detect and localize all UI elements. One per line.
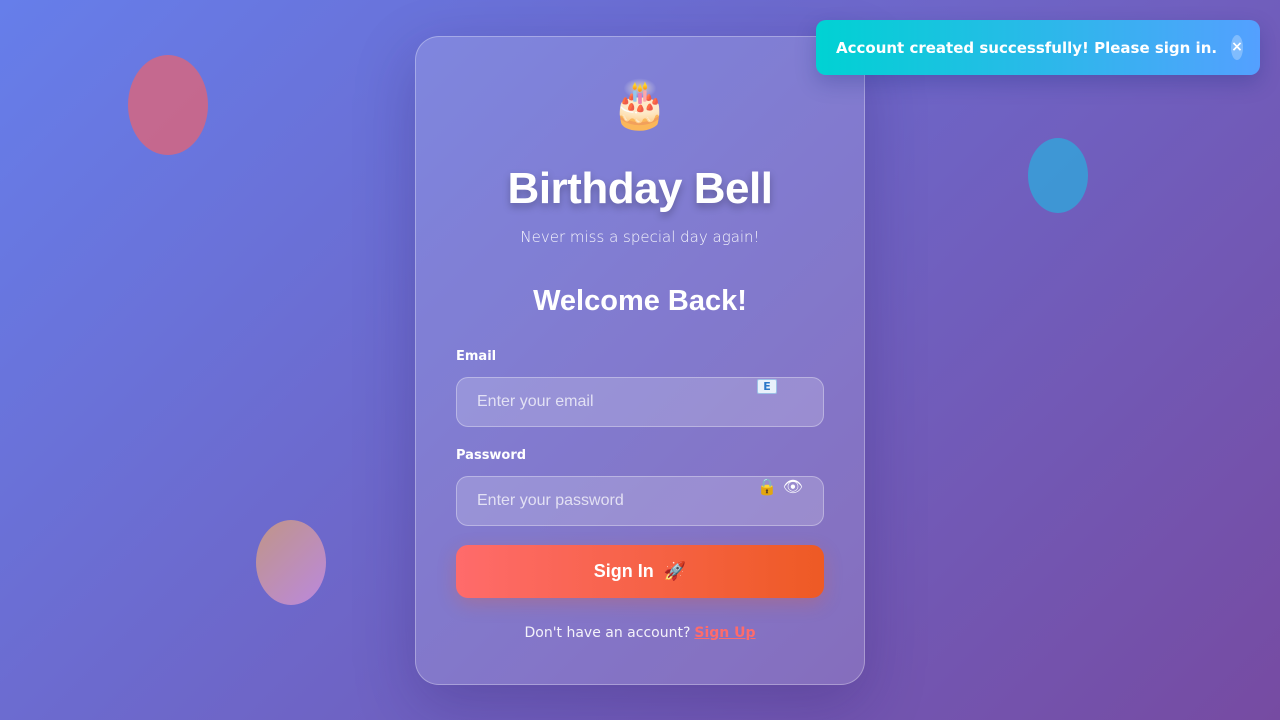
app-tagline: Never miss a special day again! <box>520 228 760 246</box>
password-label: Password <box>456 448 527 463</box>
envelope-icon: E <box>757 379 777 394</box>
signup-prompt-text: Don't have an account? <box>524 625 691 641</box>
login-card: 🎂 Birthday Bell Never miss a special day… <box>415 36 865 685</box>
app-title: Birthday Bell <box>507 164 773 213</box>
balloon-decoration <box>128 55 208 155</box>
success-toast: Account created successfully! Please sig… <box>816 20 1260 75</box>
lock-icon: 🔒 <box>757 477 777 496</box>
balloon-decoration <box>1028 138 1088 213</box>
balloon-decoration <box>256 520 326 605</box>
close-icon[interactable]: × <box>1231 35 1243 60</box>
email-label: Email <box>456 349 497 364</box>
birthday-cake-icon: 🎂 <box>611 77 669 131</box>
sign-in-button-label: Sign In <box>593 561 654 581</box>
rocket-icon: 🚀 <box>663 561 687 582</box>
toast-message: Account created successfully! Please sig… <box>836 38 1218 57</box>
signup-prompt-row: Don't have an account? Sign Up <box>416 623 864 643</box>
email-field-wrapper: E <box>456 377 824 427</box>
password-field-wrapper: 🔒 👁 <box>456 476 824 526</box>
show-password-eye-icon[interactable]: 👁 <box>783 477 803 497</box>
sign-up-link[interactable]: Sign Up <box>694 625 755 641</box>
sign-in-button[interactable]: Sign In 🚀 <box>456 545 824 598</box>
form-heading: Welcome Back! <box>533 285 747 317</box>
